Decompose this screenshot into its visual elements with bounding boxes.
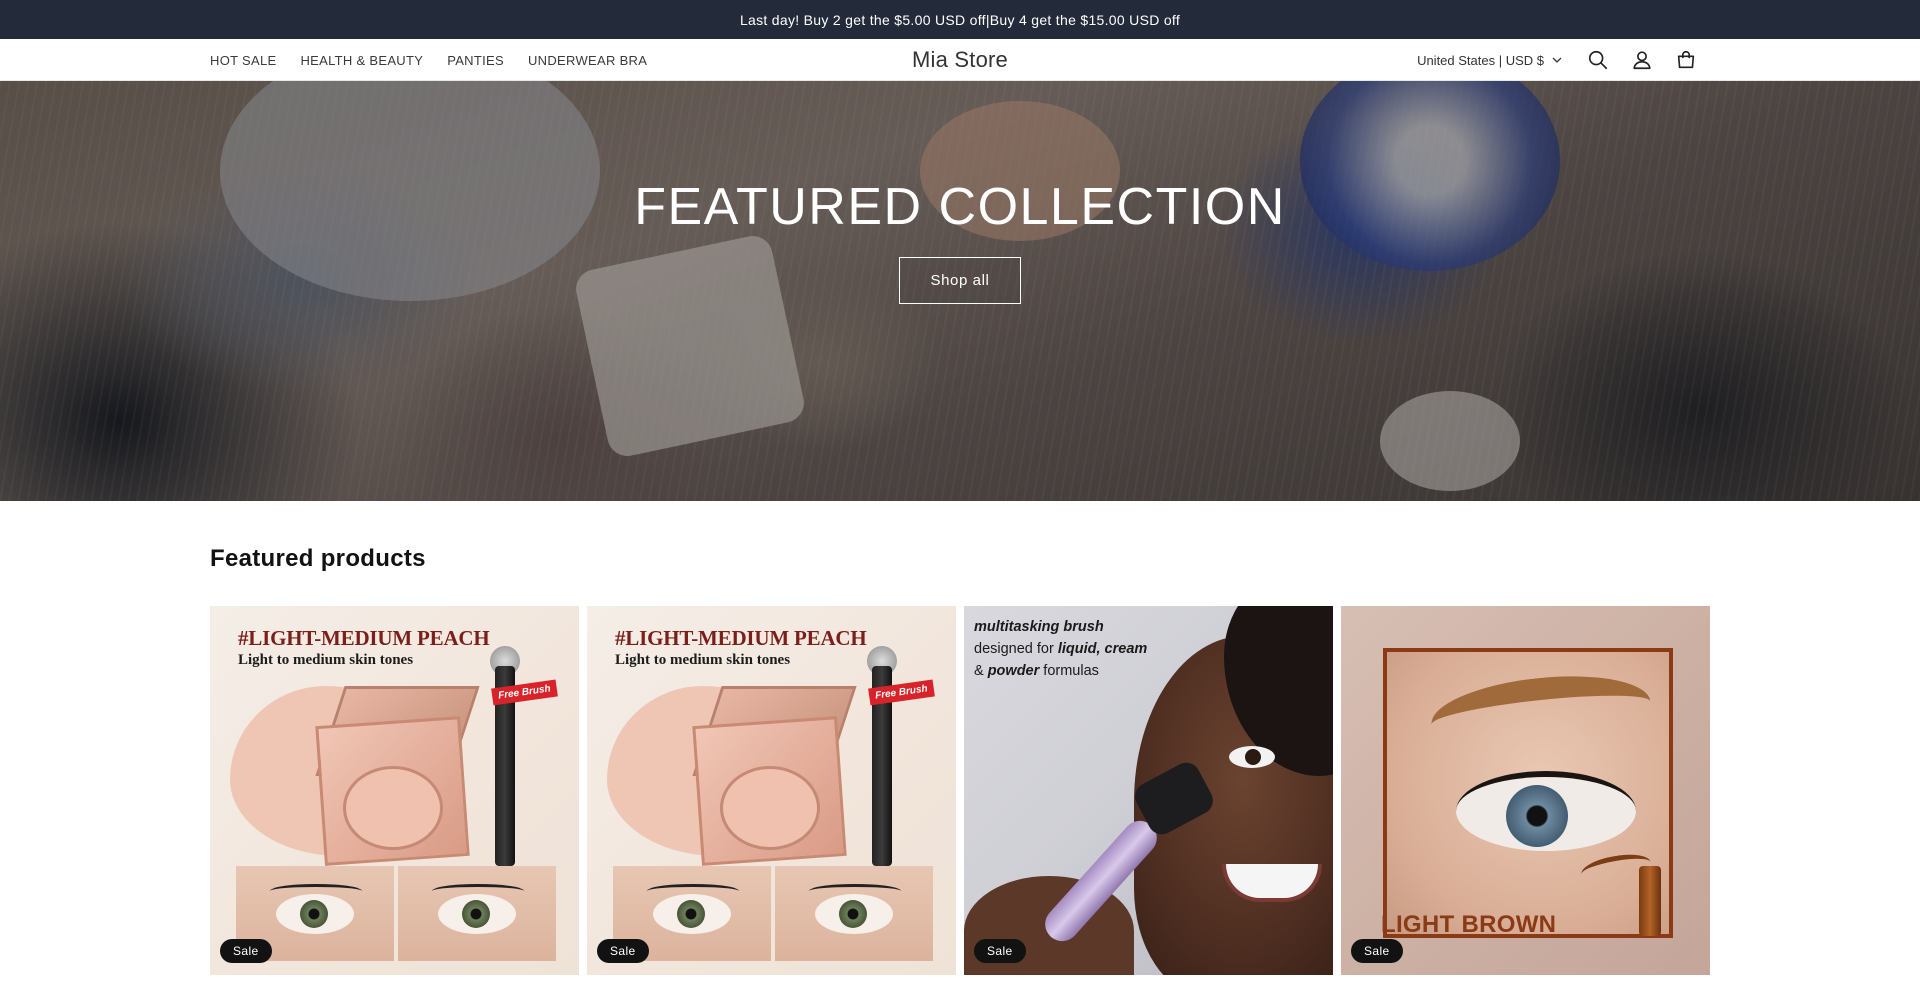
eye-shape: [276, 894, 354, 934]
brow-pen-bottle: [1639, 866, 1661, 936]
lash-line: [432, 884, 524, 898]
shop-all-button[interactable]: Shop all: [899, 257, 1021, 304]
nav-hot-sale[interactable]: HOT SALE: [210, 53, 276, 68]
product-card[interactable]: LIGHT BROWN Sale: [1341, 606, 1710, 975]
main-nav: HOT SALE HEALTH & BEAUTY PANTIES UNDERWE…: [210, 39, 647, 81]
nav-health-beauty[interactable]: HEALTH & BEAUTY: [300, 53, 423, 68]
country-selector[interactable]: United States | USD $: [1417, 53, 1562, 68]
caption-line-2b: liquid, cream: [1057, 641, 1148, 657]
lash-line: [270, 884, 362, 898]
product-image: LIGHT BROWN: [1341, 606, 1710, 975]
lash-line: [647, 884, 739, 898]
search-icon: [1588, 50, 1608, 70]
product-image-title: #LIGHT-MEDIUM PEACH: [238, 626, 490, 650]
sale-badge: Sale: [1351, 939, 1403, 963]
account-button[interactable]: [1620, 39, 1664, 81]
model-eye: [1229, 746, 1275, 768]
caption-line-3a: &: [974, 663, 988, 679]
header-tools: United States | USD $: [1417, 39, 1708, 81]
chevron-down-icon: [1552, 57, 1562, 63]
cart-button[interactable]: [1664, 39, 1708, 81]
caption-line-2a: designed for: [974, 641, 1058, 657]
caption-line-1: multitasking brush: [974, 619, 1104, 635]
account-icon: [1633, 51, 1651, 70]
product-card[interactable]: Free Brush #LIGHT-MEDIUM PEACH Light to …: [587, 606, 956, 975]
product-image-title: LIGHT BROWN: [1381, 911, 1557, 938]
lash-line: [809, 884, 901, 898]
country-selector-label: United States | USD $: [1417, 52, 1544, 68]
site-header: HOT SALE HEALTH & BEAUTY PANTIES UNDERWE…: [0, 39, 1920, 81]
after-eye-panel: [775, 866, 933, 961]
cart-icon: [1677, 50, 1695, 69]
product-image: multitasking brush designed for liquid, …: [964, 606, 1333, 975]
hero-title: FEATURED COLLECTION: [634, 178, 1286, 236]
caption-line-3c: formulas: [1039, 663, 1099, 679]
store-logo[interactable]: Mia Store: [912, 47, 1008, 73]
product-image-title: #LIGHT-MEDIUM PEACH: [615, 626, 867, 650]
product-image: Free Brush #LIGHT-MEDIUM PEACH Light to …: [210, 606, 579, 975]
product-card[interactable]: Free Brush #LIGHT-MEDIUM PEACH Light to …: [210, 606, 579, 975]
product-image-caption: multitasking brush designed for liquid, …: [974, 616, 1147, 682]
hero-banner: FEATURED COLLECTION Shop all: [0, 81, 1920, 501]
iris: [462, 900, 490, 928]
sale-badge: Sale: [220, 939, 272, 963]
featured-products-title: Featured products: [210, 545, 426, 572]
eye-shape: [815, 894, 893, 934]
compact-pan: [720, 766, 820, 850]
eye-shape: [653, 894, 731, 934]
product-card[interactable]: multitasking brush designed for liquid, …: [964, 606, 1333, 975]
sale-badge: Sale: [974, 939, 1026, 963]
search-button[interactable]: [1576, 39, 1620, 81]
after-eye-panel: [398, 866, 556, 961]
announcement-text: Last day! Buy 2 get the $5.00 USD off|Bu…: [739, 11, 1181, 28]
announcement-bar: Last day! Buy 2 get the $5.00 USD off|Bu…: [0, 0, 1920, 39]
eye-shape: [438, 894, 516, 934]
model-eye: [1456, 771, 1636, 851]
product-image-subtitle: Light to medium skin tones: [238, 652, 414, 668]
nav-underwear-bra[interactable]: UNDERWEAR BRA: [528, 53, 647, 68]
iris: [839, 900, 867, 928]
product-image-subtitle: Light to medium skin tones: [615, 652, 791, 668]
iris: [677, 900, 705, 928]
iris: [300, 900, 328, 928]
compact-pan: [343, 766, 443, 850]
nav-panties[interactable]: PANTIES: [447, 53, 504, 68]
sale-badge: Sale: [597, 939, 649, 963]
caption-line-3b: powder: [987, 663, 1040, 679]
hero-content: FEATURED COLLECTION Shop all: [0, 177, 1920, 304]
product-image: Free Brush #LIGHT-MEDIUM PEACH Light to …: [587, 606, 956, 975]
product-grid: Free Brush #LIGHT-MEDIUM PEACH Light to …: [210, 606, 1710, 975]
